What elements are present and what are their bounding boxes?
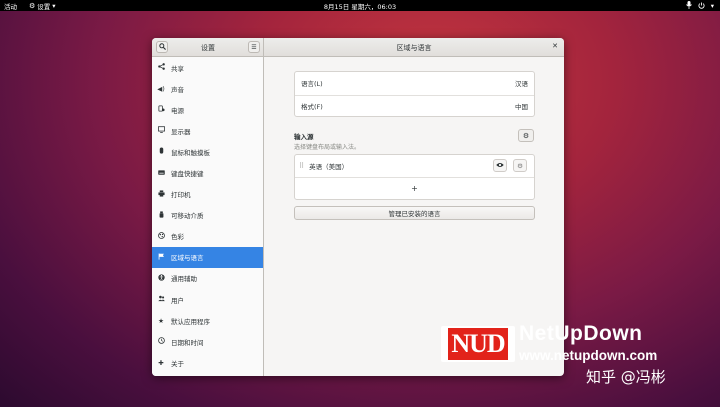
input-sources-hint: 选择键盘布局或输入法。	[294, 144, 361, 151]
sidebar-item-about[interactable]: ✚ 关于	[152, 352, 263, 373]
input-source-row[interactable]: ⠿ 英语（美国） ⚙	[295, 155, 534, 177]
sidebar-item-label: 打印机	[171, 191, 191, 200]
users-icon	[157, 295, 165, 304]
sidebar-item-label: 日期和时间	[171, 338, 204, 347]
sidebar-item-printers[interactable]: 打印机	[152, 184, 263, 205]
watermark-url: www.netupdown.com	[519, 348, 658, 363]
display-icon	[157, 126, 165, 135]
watermark-zhihu: 知乎 @冯彬	[586, 368, 666, 386]
sidebar-item-label: 声音	[171, 85, 184, 94]
share-icon	[157, 63, 165, 72]
sidebar-item-removable-media[interactable]: 可移动介质	[152, 205, 263, 226]
sidebar-item-label: 用户	[171, 296, 184, 305]
sidebar-item-displays[interactable]: 显示器	[152, 120, 263, 141]
sidebar-item-default-apps[interactable]: ★ 默认应用程序	[152, 310, 263, 331]
input-sources-list: ⠿ 英语（美国） ⚙ +	[294, 154, 535, 200]
eye-icon	[496, 162, 504, 170]
sidebar-item-date-time[interactable]: 日期和时间	[152, 331, 263, 352]
page-title: 区域与语言	[396, 44, 432, 52]
sidebar-item-keyboard[interactable]: 键盘快捷键	[152, 162, 263, 183]
sidebar-item-label: 关于	[171, 359, 184, 368]
watermark-logo-text: NUD	[448, 328, 508, 360]
power-icon	[698, 1, 705, 11]
preview-layout-button[interactable]	[493, 159, 507, 172]
sidebar-item-users[interactable]: 用户	[152, 289, 263, 310]
language-label: 语言(L)	[301, 80, 323, 89]
sidebar-item-label: 默认应用程序	[171, 317, 210, 326]
mouse-icon	[157, 147, 165, 156]
header-bar: 设置 ☰ 区域与语言 ✕	[152, 38, 564, 57]
microphone-icon	[685, 1, 692, 11]
gear-icon: ⚙	[517, 161, 523, 170]
sidebar-item-label: 色彩	[171, 233, 184, 242]
sidebar-item-label: 鼠标和触摸板	[171, 148, 210, 157]
sidebar: 共享 ◀) 声音 电源 显示器 鼠标和触摸板 键盘快捷键 打印机 可移动介质 色…	[152, 57, 264, 376]
palette-icon	[157, 231, 165, 241]
input-source-settings-button[interactable]: ⚙	[513, 159, 527, 172]
sidebar-item-label: 电源	[171, 106, 184, 115]
hamburger-icon: ☰	[251, 43, 257, 51]
close-button[interactable]: ✕	[552, 42, 558, 50]
sidebar-item-label: 共享	[171, 64, 184, 73]
accessibility-icon	[157, 274, 165, 283]
format-row[interactable]: 格式(F) 中国	[295, 94, 534, 118]
sidebar-item-sound[interactable]: ◀) 声音	[152, 78, 263, 99]
sidebar-item-label: 区域与语言	[171, 254, 204, 263]
sidebar-item-accessibility[interactable]: 通用辅助	[152, 268, 263, 289]
format-value: 中国	[515, 103, 528, 112]
add-input-source-button[interactable]: +	[295, 177, 534, 199]
sidebar-item-label: 键盘快捷键	[171, 170, 204, 179]
flag-icon	[157, 253, 165, 262]
keyboard-icon	[157, 169, 165, 178]
power-icon	[157, 105, 165, 114]
sidebar-header: 设置 ☰	[152, 38, 264, 57]
sidebar-item-sharing[interactable]: 共享	[152, 57, 263, 78]
close-icon: ✕	[552, 42, 558, 50]
star-icon: ★	[158, 316, 164, 325]
language-value: 汉语	[515, 80, 528, 89]
input-source-label: 英语（美国）	[309, 163, 349, 171]
plus-icon: ✚	[158, 358, 164, 367]
gear-icon: ⚙	[522, 131, 530, 140]
add-icon: +	[411, 184, 418, 193]
watermark-brand: NetUpDown	[519, 322, 643, 345]
input-sources-options-button[interactable]: ⚙	[518, 129, 534, 142]
menu-button[interactable]: ☰	[248, 41, 260, 53]
clock[interactable]: 8月15日 星期六，06:03	[0, 1, 720, 11]
input-sources-title: 输入源	[294, 133, 314, 141]
manage-languages-button[interactable]: 管理已安装的语言	[294, 206, 535, 220]
sidebar-item-label: 通用辅助	[171, 275, 197, 284]
speaker-icon: ◀)	[157, 84, 165, 93]
chevron-down-icon: ▾	[710, 2, 714, 10]
top-bar: 活动 ⚙ 设置 ▾ 8月15日 星期六，06:03 ▾	[0, 0, 720, 11]
sidebar-item-mouse[interactable]: 鼠标和触摸板	[152, 141, 263, 162]
sidebar-item-power[interactable]: 电源	[152, 99, 263, 120]
drag-handle-icon[interactable]: ⠿	[299, 162, 304, 170]
sidebar-item-region-language[interactable]: 区域与语言	[152, 246, 263, 268]
sidebar-item-label: 显示器	[171, 127, 191, 136]
language-row[interactable]: 语言(L) 汉语	[295, 72, 534, 95]
format-label: 格式(F)	[301, 103, 323, 112]
printer-icon	[157, 190, 165, 199]
system-tray[interactable]: ▾	[685, 1, 714, 11]
sidebar-item-color[interactable]: 色彩	[152, 226, 263, 247]
watermark-logo: NUD	[441, 326, 515, 362]
language-format-list: 语言(L) 汉语 格式(F) 中国	[294, 71, 535, 117]
clock-icon	[157, 337, 165, 346]
usb-icon	[157, 211, 165, 220]
sidebar-item-label: 可移动介质	[171, 212, 204, 221]
